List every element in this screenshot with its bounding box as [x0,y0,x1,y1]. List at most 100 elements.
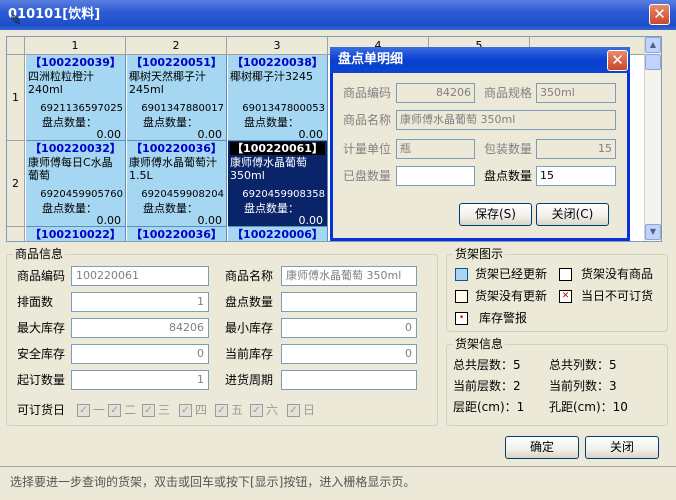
shelf-cell[interactable]: 【100220032】 康师傅每日C水晶葡萄 6920459905760 盘点数… [26,141,126,227]
day-checkbox[interactable]: ✓ [108,404,121,417]
dialog-save-button[interactable]: 保存(S) [459,203,532,226]
min-stock-field[interactable]: 0 [281,318,417,338]
cell-code: 【100220032】 [30,142,121,155]
product-info-group: 商品信息 商品编码 100220061 商品名称 康师傅水晶葡萄 350ml 排… [6,247,438,426]
column-header: 1 [25,37,126,55]
not-updated-swatch-icon [455,290,468,303]
window-title: 010101[饮料] [8,7,101,22]
shelf-cell[interactable]: 【100220006】 [228,227,328,241]
cell-barcode: 6901347800053 [242,103,325,114]
scroll-down-icon[interactable]: ▼ [645,224,661,240]
faces-label: 排面数 [17,295,54,309]
cell-name: 康师傅水晶葡萄汁1.5L [129,156,217,182]
dialog-count-input[interactable]: 15 [536,166,616,186]
cell-barcode: 6920459908358 [242,189,325,200]
min-stock-label: 最小库存 [225,321,274,335]
cell-code: 【100220039】 [30,56,121,69]
legend-group: 货架图示 货架已经更新 货架没有商品 货架没有更新 ✕ 当日不可订货 • 库存警… [446,247,668,332]
no-goods-swatch-icon [559,268,572,281]
cycle-field[interactable] [281,370,417,390]
current-layer: 当前层数：2 [453,379,521,393]
cell-code: 【100220038】 [232,56,323,69]
dialog-name-field[interactable]: 康师傅水晶葡萄 350ml [396,110,616,130]
order-days-label: 可订货日 [17,403,66,417]
day-label: 六 [266,403,279,417]
shelf-cell[interactable]: 【100220036】 [127,227,227,241]
day-checkbox[interactable]: ✓ [142,404,155,417]
faces-field[interactable]: 1 [71,292,209,312]
status-bar: 选择要进一步查询的货架，双击或回车或按下[显示]按钮，进入栅格显示页。 [0,466,676,500]
hole-distance: 孔距(cm)：10 [549,400,628,414]
dialog-unit-field[interactable]: 瓶 [396,139,475,159]
safe-stock-field[interactable]: 0 [71,344,209,364]
day-label: 一 [93,403,106,417]
dialog-title-bar: 盘点单明细 ✕ [330,47,630,73]
window-close-button[interactable]: ✕ [649,4,670,25]
day-checkbox[interactable]: ✓ [250,404,263,417]
cell-code: 【100220036】 [131,142,222,155]
legend-no-goods: 货架没有商品 [581,267,654,281]
max-stock-label: 最大库存 [17,321,66,335]
shelf-cell-selected[interactable]: 【100220061】 康师傅水晶葡萄 350ml 6920459908358 … [228,141,328,227]
pen-cursor-icon: ✎ [10,13,22,29]
dialog-count-label: 盘点数量 [484,169,533,183]
alarm-swatch-icon: • [455,312,468,325]
count-field[interactable] [281,292,417,312]
shelf-info-group: 货架信息 总共层数：5 总共列数：5 当前层数：2 当前列数：3 层距(cm)：… [446,337,668,426]
legend-updated: 货架已经更新 [475,267,548,281]
cell-barcode: 6920459908204 [141,189,224,200]
dialog-close-icon[interactable]: ✕ [607,50,628,71]
cell-barcode: 6920459905760 [40,189,123,200]
scroll-thumb[interactable] [645,54,661,70]
product-code-field[interactable]: 100220061 [71,266,209,286]
safe-stock-label: 安全库存 [17,347,66,361]
dialog-code-field[interactable]: 84206 [396,83,475,103]
dialog-title: 盘点单明细 [338,52,404,67]
dialog-spec-field[interactable]: 350ml [536,83,616,103]
row-header-partial [7,227,25,241]
shelf-cell[interactable]: 【100220036】 康师傅水晶葡萄汁1.5L 6920459908204 盘… [127,141,227,227]
dialog-pack-field[interactable]: 15 [536,139,616,159]
shelf-cell[interactable]: 【100220038】 椰树椰子汁3245 6901347800053 盘点数量… [228,55,328,141]
cell-count: 0.00 [298,214,324,227]
day-checkbox[interactable]: ✓ [179,404,192,417]
scroll-up-icon[interactable]: ▲ [645,37,661,53]
moq-label: 起订数量 [17,373,66,387]
moq-field[interactable]: 1 [71,370,209,390]
cell-code: 【100210022】 [30,228,121,241]
dialog-close-button[interactable]: 关闭(C) [536,203,609,226]
product-info-title: 商品信息 [13,247,66,261]
row-header: 1 [7,55,25,141]
total-cols: 总共列数：5 [549,358,617,372]
day-checkbox[interactable]: ✓ [287,404,300,417]
day-label: 二 [124,403,137,417]
current-stock-field[interactable]: 0 [281,344,417,364]
shelf-cell[interactable]: 【100210022】 [26,227,126,241]
day-label: 四 [195,403,208,417]
shelf-cell[interactable]: 【100220039】 四洲粒粒橙汁240ml 6921136597025 盘点… [26,55,126,141]
cell-code: 【100220036】 [131,228,222,241]
ok-button[interactable]: 确定 [505,436,579,459]
row-header: 2 [7,141,25,227]
product-name-label: 商品名称 [225,269,274,283]
grid-corner [7,37,25,55]
product-name-field[interactable]: 康师傅水晶葡萄 350ml [281,266,417,286]
dialog-checked-field[interactable] [396,166,475,186]
shelf-cell[interactable]: 【100220051】 椰树天然椰子汁245ml 6901347880017 盘… [127,55,227,141]
cell-count: 0.00 [197,128,223,141]
day-checkbox[interactable]: ✓ [77,404,90,417]
current-col: 当前列数：3 [549,379,617,393]
dialog-code-label: 商品编码 [343,86,392,100]
cell-name: 康师傅每日C水晶葡萄 [28,156,113,182]
dialog-spec-label: 商品规格 [484,86,533,100]
close-button[interactable]: 关闭 [585,436,659,459]
day-checkbox[interactable]: ✓ [215,404,228,417]
cell-count: 0.00 [197,214,223,227]
layer-distance: 层距(cm)：1 [453,400,525,414]
updated-swatch-icon [455,268,468,281]
shelf-info-title: 货架信息 [453,337,506,351]
grid-vertical-scrollbar[interactable]: ▲ ▼ [644,37,661,241]
legend-not-updated: 货架没有更新 [475,289,548,303]
dialog-name-label: 商品名称 [343,113,392,127]
max-stock-field[interactable]: 84206 [71,318,209,338]
